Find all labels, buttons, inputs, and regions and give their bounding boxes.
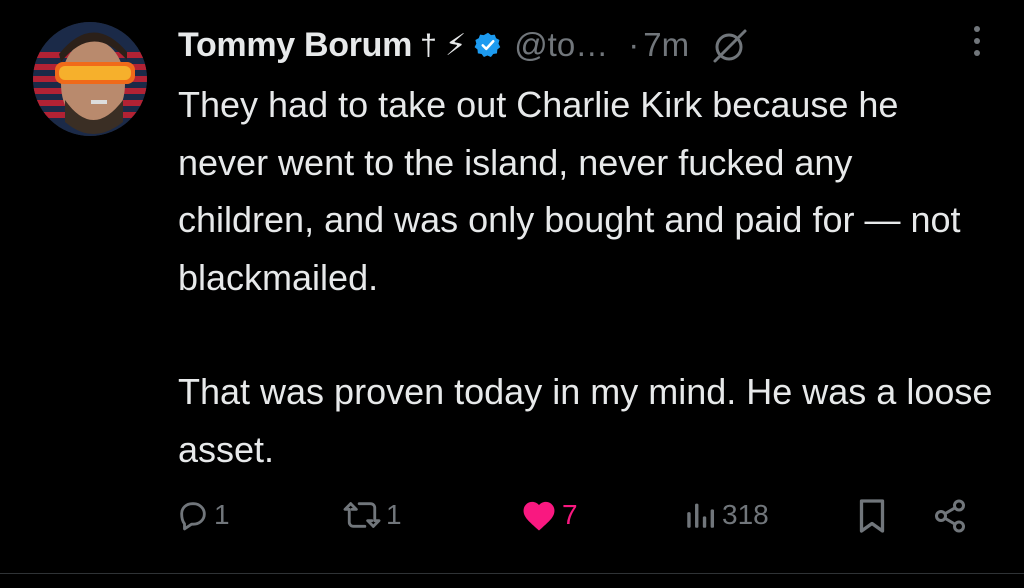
views-icon	[687, 503, 715, 528]
views-count: 318	[722, 499, 769, 530]
like-button[interactable]: 7	[520, 498, 578, 532]
views-button[interactable]: 318	[682, 498, 769, 532]
verified-badge-icon[interactable]	[474, 31, 502, 59]
more-options-icon[interactable]	[974, 26, 980, 56]
reply-count: 1	[214, 499, 230, 530]
post-body: They had to take out Charlie Kirk becaus…	[178, 76, 998, 478]
avatar[interactable]	[33, 22, 147, 136]
action-bar: 1 1 7 318	[0, 498, 1024, 548]
repost-icon	[343, 502, 381, 528]
share-button[interactable]	[930, 498, 970, 534]
reply-button[interactable]: 1	[176, 498, 230, 532]
bookmark-icon	[859, 499, 885, 533]
like-count: 7	[562, 499, 578, 530]
heart-icon	[523, 501, 555, 531]
author-name[interactable]: Tommy Borum	[178, 26, 412, 65]
separator-dot: ·	[628, 26, 640, 63]
grok-icon[interactable]	[709, 25, 749, 65]
author-name-glyphs: † ⚡	[420, 28, 467, 62]
post-paragraph-2: That was proven today in my mind. He was…	[178, 371, 993, 470]
bookmark-button[interactable]	[856, 498, 888, 534]
divider	[0, 573, 1024, 574]
repost-count: 1	[386, 499, 402, 530]
share-icon	[935, 499, 965, 533]
post-time[interactable]: 7m	[643, 26, 689, 64]
reply-icon	[180, 502, 206, 531]
repost-button[interactable]: 1	[342, 498, 402, 532]
avatar-image	[33, 22, 147, 136]
author-handle[interactable]: @to…	[514, 26, 608, 64]
post-header: Tommy Borum † ⚡ @to… · 7m	[178, 20, 984, 70]
post-paragraph-1: They had to take out Charlie Kirk becaus…	[178, 84, 961, 298]
